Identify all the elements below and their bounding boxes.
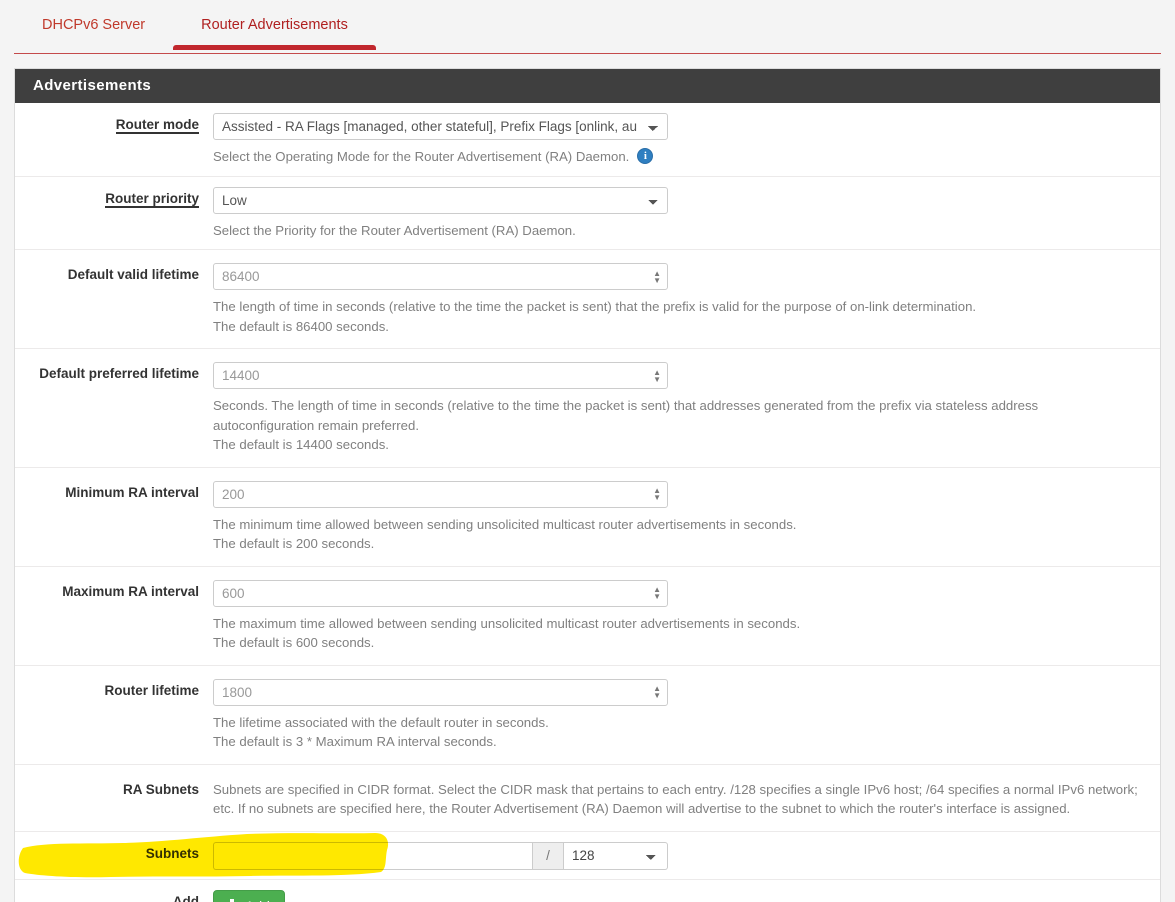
info-icon[interactable]: i	[637, 148, 654, 164]
tab-router-advertisements[interactable]: Router Advertisements	[173, 0, 376, 51]
label-add: Add	[172, 893, 199, 902]
field-maximum-ra-interval: ▲▼ The maximum time allowed between send…	[213, 579, 1160, 653]
default-valid-lifetime-wrap: ▲▼	[213, 263, 668, 291]
field-ra-subnets: Subnets are specified in CIDR format. Se…	[213, 778, 1160, 819]
maximum-ra-interval-input[interactable]	[213, 579, 668, 607]
default-valid-lifetime-help: The length of time in seconds (relative …	[213, 297, 1133, 336]
router-priority-help: Select the Priority for the Router Adver…	[213, 222, 576, 238]
label-ra-subnets: RA Subnets	[122, 781, 199, 797]
help-line-2: The default is 200 seconds.	[213, 536, 375, 552]
label-default-valid-lifetime: Default valid lifetime	[67, 267, 199, 283]
row-router-lifetime: Router lifetime ▲▼ The lifetime associat…	[15, 666, 1160, 765]
label-maximum-ra-interval: Maximum RA interval	[62, 583, 199, 599]
minimum-ra-interval-input[interactable]	[213, 480, 668, 508]
subnet-separator: /	[532, 841, 564, 870]
maximum-ra-interval-help: The maximum time allowed between sending…	[213, 614, 1133, 653]
maximum-ra-interval-wrap: ▲▼	[213, 579, 668, 607]
help-line-1: The lifetime associated with the default…	[213, 714, 549, 730]
row-minimum-ra-interval: Minimum RA interval ▲▼ The minimum time …	[15, 468, 1160, 567]
help-line-1: The maximum time allowed between sending…	[213, 615, 801, 631]
minimum-ra-interval-wrap: ▲▼	[213, 480, 668, 508]
label-text: Router mode	[115, 117, 199, 134]
tab-dhcpv6-server[interactable]: DHCPv6 Server	[14, 0, 173, 50]
help-line-2: The default is 600 seconds.	[213, 635, 375, 651]
subnet-address-input[interactable]	[213, 841, 532, 870]
row-default-preferred-lifetime: Default preferred lifetime ▲▼ Seconds. T…	[15, 349, 1160, 468]
label-router-mode: Router mode	[15, 113, 213, 134]
tab-label: DHCPv6 Server	[42, 17, 146, 33]
default-preferred-lifetime-help: Seconds. The length of time in seconds (…	[213, 396, 1133, 455]
field-default-valid-lifetime: ▲▼ The length of time in seconds (relati…	[213, 263, 1160, 336]
router-lifetime-wrap: ▲▼	[213, 678, 668, 706]
subnets-input-group: / 128	[213, 841, 668, 870]
help-line-1: The length of time in seconds (relative …	[213, 299, 977, 315]
field-add: Add	[213, 889, 1160, 902]
add-button[interactable]: Add	[213, 889, 285, 902]
field-router-mode: Assisted - RA Flags [managed, other stat…	[213, 113, 1160, 167]
default-valid-lifetime-input[interactable]	[213, 263, 668, 291]
row-add: Add Add	[15, 880, 1160, 902]
minimum-ra-interval-help: The minimum time allowed between sending…	[213, 515, 1133, 554]
default-preferred-lifetime-input[interactable]	[213, 362, 668, 390]
row-default-valid-lifetime: Default valid lifetime ▲▼ The length of …	[15, 250, 1160, 350]
label-router-priority: Router priority	[15, 187, 213, 208]
label-text: Subnets	[145, 845, 199, 861]
ra-subnets-help: Subnets are specified in CIDR format. Se…	[213, 781, 1138, 817]
help-line-1: Seconds. The length of time in seconds (…	[213, 398, 1039, 433]
panel-body: Router mode Assisted - RA Flags [managed…	[15, 103, 1160, 902]
label-router-lifetime: Router lifetime	[104, 682, 199, 698]
field-router-priority: Low Select the Priority for the Router A…	[213, 186, 1160, 241]
subnet-cidr-select[interactable]: 128	[564, 841, 668, 870]
default-preferred-lifetime-wrap: ▲▼	[213, 362, 668, 390]
add-button-label: Add	[245, 898, 270, 902]
router-priority-select[interactable]: Low	[213, 186, 668, 214]
advertisements-panel: Advertisements Router mode Assisted - RA…	[14, 68, 1161, 902]
field-subnets: / 128	[213, 841, 1160, 870]
label-subnets: Subnets	[15, 842, 213, 861]
help-line-2: The default is 3 * Maximum RA interval s…	[213, 734, 497, 750]
router-mode-select[interactable]: Assisted - RA Flags [managed, other stat…	[213, 113, 668, 140]
row-subnets: Subnets / 128	[15, 832, 1160, 880]
row-maximum-ra-interval: Maximum RA interval ▲▼ The maximum time …	[15, 567, 1160, 666]
help-line-1: The minimum time allowed between sending…	[213, 516, 797, 532]
label-default-preferred-lifetime: Default preferred lifetime	[39, 366, 199, 382]
label-minimum-ra-interval: Minimum RA interval	[65, 484, 199, 500]
router-mode-help: Select the Operating Mode for the Router…	[213, 147, 1143, 167]
tab-bar: DHCPv6 Server Router Advertisements	[0, 0, 1175, 54]
router-lifetime-help: The lifetime associated with the default…	[213, 713, 1133, 752]
field-default-preferred-lifetime: ▲▼ Seconds. The length of time in second…	[213, 362, 1160, 455]
label-text: Router priority	[105, 190, 199, 208]
help-line-2: The default is 86400 seconds.	[213, 318, 389, 334]
tab-label: Router Advertisements	[201, 17, 348, 33]
panel-title: Advertisements	[15, 69, 1160, 103]
router-lifetime-input[interactable]	[213, 678, 668, 706]
help-line-2: The default is 14400 seconds.	[213, 437, 389, 453]
field-router-lifetime: ▲▼ The lifetime associated with the defa…	[213, 678, 1160, 752]
row-router-mode: Router mode Assisted - RA Flags [managed…	[15, 103, 1160, 177]
tab-list: DHCPv6 Server Router Advertisements	[14, 0, 1175, 54]
row-ra-subnets: RA Subnets Subnets are specified in CIDR…	[15, 765, 1160, 832]
row-router-priority: Router priority Low Select the Priority …	[15, 177, 1160, 251]
help-text: Select the Operating Mode for the Router…	[213, 149, 630, 164]
field-minimum-ra-interval: ▲▼ The minimum time allowed between send…	[213, 480, 1160, 554]
